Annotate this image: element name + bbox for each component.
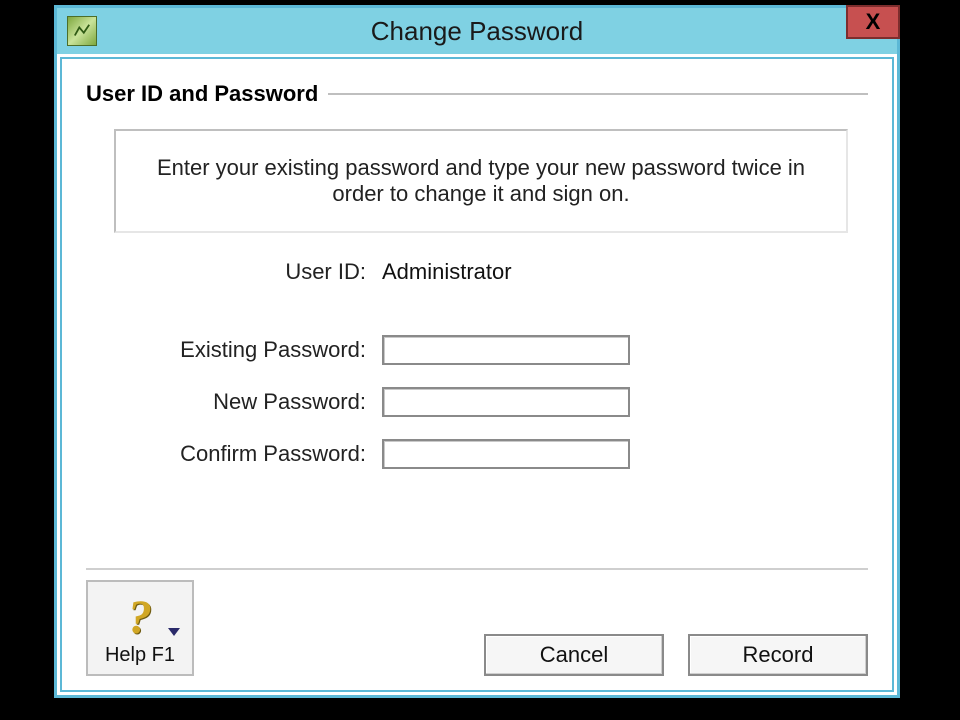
- close-button[interactable]: X: [846, 5, 900, 39]
- label-existing-password: Existing Password:: [86, 337, 382, 363]
- help-button[interactable]: ? Help F1: [86, 580, 194, 676]
- new-password-input[interactable]: [382, 387, 630, 417]
- existing-password-input[interactable]: [382, 335, 630, 365]
- titlebar: Change Password X: [57, 8, 897, 54]
- row-new-password: New Password:: [86, 387, 868, 417]
- group-header: User ID and Password: [86, 81, 868, 107]
- row-confirm-password: Confirm Password:: [86, 439, 868, 469]
- label-new-password: New Password:: [86, 389, 382, 415]
- window-title: Change Password: [57, 16, 897, 47]
- client-area: User ID and Password Enter your existing…: [60, 57, 894, 692]
- group-title: User ID and Password: [86, 81, 328, 107]
- confirm-password-input[interactable]: [382, 439, 630, 469]
- instruction-text: Enter your existing password and type yo…: [157, 155, 805, 206]
- close-icon: X: [866, 9, 881, 35]
- change-password-window: Change Password X User ID and Password E…: [54, 5, 900, 698]
- row-existing-password: Existing Password:: [86, 335, 868, 365]
- cancel-button[interactable]: Cancel: [484, 634, 664, 676]
- record-button[interactable]: Record: [688, 634, 868, 676]
- dropdown-arrow-icon: [168, 628, 180, 636]
- bottom-bar: ? Help F1 Cancel Record: [86, 568, 868, 676]
- group-divider: [328, 93, 868, 95]
- action-buttons: Cancel Record: [484, 634, 868, 676]
- question-mark-icon: ?: [128, 596, 152, 640]
- value-user-id: Administrator: [382, 259, 512, 285]
- cancel-button-label: Cancel: [540, 642, 608, 668]
- help-button-label: Help F1: [105, 644, 175, 667]
- app-icon: [67, 16, 97, 46]
- record-button-label: Record: [743, 642, 814, 668]
- form-area: User ID: Administrator Existing Password…: [86, 259, 868, 469]
- label-user-id: User ID:: [86, 259, 382, 285]
- bottom-divider: [86, 568, 868, 570]
- row-user-id: User ID: Administrator: [86, 259, 868, 285]
- label-confirm-password: Confirm Password:: [86, 441, 382, 467]
- instruction-box: Enter your existing password and type yo…: [114, 129, 848, 233]
